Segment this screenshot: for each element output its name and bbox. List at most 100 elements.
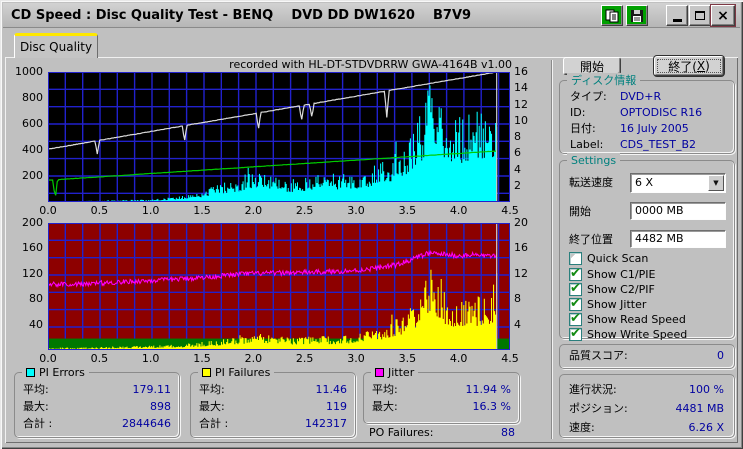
combobox-dropdown-button[interactable]: ▼ [708,175,724,191]
checkbox-show-c2-pif[interactable]: ✔ Show C2/PIF [569,280,655,296]
axis-tick-label: 120 [22,266,43,280]
pi-failures-chart [47,223,510,350]
disc-id-label: ID: [570,106,586,119]
settings-group: Settings 転送速度 6 X ▼ 開始 0000 MB 終了位置 4482… [559,153,735,341]
checkbox-box[interactable]: ✔ [569,296,582,311]
disc-info-title: ディスク情報 [567,73,641,87]
disc-type-label: タイプ: [570,90,607,103]
check-icon: ✔ [570,280,581,296]
tab-label: Disc Quality [19,40,93,54]
jitter-stats-title: Jitter [371,365,419,379]
disc-id-value: OPTODISC R16 [620,106,703,119]
jitter-legend-swatch [375,367,384,377]
axis-tick-label: 2.5 [295,352,314,365]
tab-disc-quality[interactable]: Disc Quality [14,33,98,58]
disc-date-label: 日付: [570,122,596,135]
check-icon: ✔ [570,310,581,326]
axis-tick-label: 4 [514,162,521,176]
position-value: 4481 MB [675,402,724,415]
pi-failures-stats-box: PI Failures 平均: 11.46 最大: 119 合計 : 14231… [190,365,356,438]
axis-tick-label: 4.5 [501,352,519,365]
axis-tick-label: 4.0 [449,352,468,365]
pi-errors-stats-title: PI Errors [22,365,89,379]
end-pos-input[interactable]: 4482 MB [630,230,726,248]
pi-errors-left-axis: 200 400 600 800 1000 [8,66,46,202]
axis-tick-label: 12 [514,266,528,280]
jitter-avg-label: 平均: [372,383,398,396]
save-floppy-icon [631,9,643,22]
checkbox-quick-scan[interactable]: ✔Quick Scan [569,251,648,265]
axis-tick-label: 600 [22,117,43,130]
axis-tick-label: 160 [22,241,43,255]
pie-max-value: 898 [150,400,171,413]
copy-to-clipboard-button[interactable] [601,5,623,26]
axis-tick-label: 3.5 [398,204,417,217]
save-button[interactable] [626,5,648,26]
position-label: ポジション: [569,402,628,415]
pif-max-value: 119 [326,400,347,413]
checkbox-box[interactable]: ✔ [569,251,582,265]
checkbox-box[interactable]: ✔ [569,310,582,326]
axis-tick-label: 2.0 [244,204,263,217]
checkbox-show-read-speed[interactable]: ✔ Show Read Speed [569,310,686,326]
po-failures-label: PO Failures: [369,426,434,439]
quality-score-box: 品質スコア: 0 [559,344,735,369]
maximize-button[interactable] [689,5,711,26]
axis-tick-label: 1.5 [193,204,211,217]
pie-max-label: 最大: [23,400,49,413]
end-pos-label: 終了位置 [569,233,613,246]
axis-tick-label: 2 [514,178,521,192]
axis-tick-label: 16 [514,65,528,78]
axis-tick-label: 20 [514,216,528,229]
axis-tick-label: 0.5 [90,204,109,217]
speed-current-label: 速度: [569,421,595,434]
axis-tick-label: 8 [514,130,521,143]
axis-tick-label: 200 [22,216,43,229]
pi-errors-x-axis: 0.0 0.5 1.0 1.5 2.0 2.5 3.0 3.5 4.0 4.5 [39,204,519,217]
pif-total-value: 142317 [305,417,347,430]
pi-errors-right-axis: 2 4 6 8 10 12 14 16 [511,66,541,202]
checkbox-show-write-speed[interactable]: ✔ Show Write Speed [569,325,687,341]
close-button[interactable]: × [711,5,735,26]
disc-label-label: Label: [570,138,604,151]
vertical-divider [551,60,553,439]
axis-tick-label: 1.0 [141,352,160,365]
axis-tick-label: 3.0 [347,352,365,365]
pie-total-value: 2844646 [122,417,171,430]
axis-tick-label: 16 [514,241,528,255]
progress-box: 進行状況: 100 % ポジション: 4481 MB 速度: 6.26 X [559,374,735,438]
checkbox-box[interactable]: ✔ [569,266,582,281]
minimize-button[interactable] [666,5,688,26]
checkbox-box[interactable]: ✔ [569,325,582,341]
speed-combobox[interactable]: 6 X ▼ [630,173,726,193]
axis-tick-label: 14 [514,81,528,95]
pie-total-label: 合計 : [23,417,53,430]
pif-avg-value: 11.46 [315,383,348,396]
pif-total-label: 合計 : [199,417,229,430]
check-icon: ✔ [570,325,581,341]
axis-tick-label: 1.0 [141,204,160,217]
jitter-max-label: 最大: [372,400,398,413]
disc-label-value: CDS_TEST_B2 [620,138,697,151]
progress-label: 進行状況: [569,383,617,396]
exit-button[interactable]: 終了(X) [654,56,724,76]
checkbox-show-c1-pie[interactable]: ✔ Show C1/PIE [569,266,655,281]
axis-tick-label: 8 [514,292,521,306]
checkbox-show-jitter[interactable]: ✔ Show Jitter [569,296,646,311]
pi-errors-stats-box: PI Errors 平均: 179.11 最大: 898 合計 : 284464… [14,365,180,438]
axis-tick-label: 12 [514,97,528,111]
pi-errors-legend-swatch [26,367,35,377]
po-failures-value: 88 [501,426,515,439]
minimize-icon [672,18,682,22]
axis-tick-label: 6 [514,146,521,160]
start-pos-input[interactable]: 0000 MB [630,202,726,220]
speed-current-value: 6.26 X [688,421,724,434]
axis-tick-label: 80 [29,292,43,306]
pi-failures-left-axis: 40 80 120 160 200 [8,217,46,350]
checkbox-box[interactable]: ✔ [569,280,582,296]
start-pos-label: 開始 [569,205,591,218]
pi-failures-legend-swatch [202,367,211,377]
pi-failures-x-axis: 0.0 0.5 1.0 1.5 2.0 2.5 3.0 3.5 4.0 4.5 [39,352,519,365]
axis-tick-label: 3.0 [347,204,365,217]
axis-tick-label: 0.5 [90,352,109,365]
